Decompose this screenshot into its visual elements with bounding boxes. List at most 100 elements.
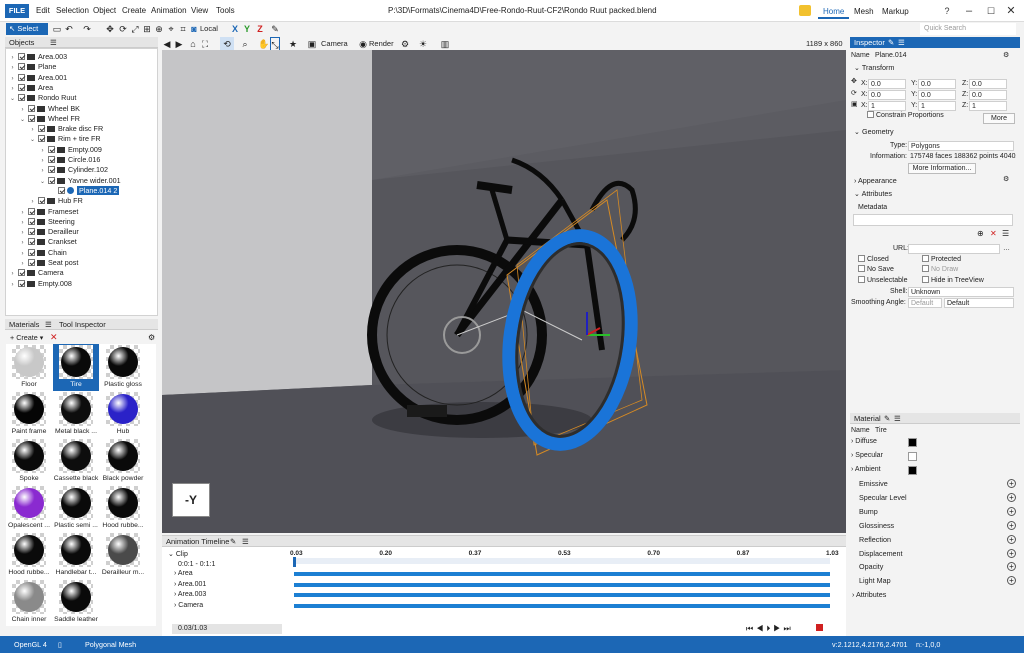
- color-swatch[interactable]: [908, 466, 917, 475]
- pivot-icon[interactable]: ⊕: [154, 22, 164, 36]
- unselectable-checkbox[interactable]: Unselectable: [858, 276, 907, 286]
- visibility-checkbox[interactable]: [28, 104, 35, 112]
- material-swatch[interactable]: Black powder: [100, 438, 146, 485]
- material-swatch[interactable]: Paint frame: [6, 391, 52, 438]
- object-name-field[interactable]: Plane.014: [875, 51, 907, 61]
- material-swatch[interactable]: Cassette black: [53, 438, 99, 485]
- x-axis-toggle[interactable]: X: [230, 22, 240, 36]
- browse-icon[interactable]: …: [1003, 244, 1010, 254]
- visibility-checkbox[interactable]: [48, 145, 55, 153]
- tree-item[interactable]: › Circle.016: [39, 155, 101, 165]
- timeline-menu-icon[interactable]: ☰: [242, 536, 249, 547]
- playhead[interactable]: [293, 557, 296, 567]
- visibility-checkbox[interactable]: [28, 238, 35, 246]
- material-property-row[interactable]: Bump +: [850, 505, 1020, 518]
- material-swatch[interactable]: Metal black ...: [53, 391, 99, 438]
- visibility-checkbox[interactable]: [28, 228, 35, 236]
- add-map-icon[interactable]: +: [1007, 520, 1016, 530]
- playback-controls[interactable]: ⏮◀⏵▶⏭: [746, 624, 794, 634]
- material-swatch[interactable]: Hub: [100, 391, 146, 438]
- tab-tool-inspector[interactable]: Tool Inspector: [59, 319, 106, 330]
- camera-icon[interactable]: ▣: [306, 37, 318, 51]
- rotation-z-field[interactable]: 0.0: [969, 90, 1007, 100]
- position-z-field[interactable]: 0.0: [969, 79, 1007, 89]
- material-property-row[interactable]: Light Map +: [850, 574, 1020, 587]
- add-map-icon[interactable]: +: [1007, 534, 1016, 544]
- visibility-checkbox[interactable]: [48, 176, 55, 184]
- local-space-dropdown[interactable]: Local: [200, 22, 218, 36]
- smoothing-angle-dropdown[interactable]: Default: [944, 298, 1014, 308]
- visibility-checkbox[interactable]: [38, 135, 45, 143]
- timeline-track-bar[interactable]: [294, 582, 830, 587]
- geometry-section-header[interactable]: ⌄ Geometry: [850, 126, 1020, 137]
- tree-item[interactable]: › Area.003: [9, 52, 68, 62]
- tree-item[interactable]: ⌄ Rondo Ruut: [9, 93, 76, 103]
- rotation-y-field[interactable]: 0.0: [918, 90, 956, 100]
- light-icon[interactable]: ☀: [418, 37, 428, 51]
- material-swatch[interactable]: Saddle leather: [53, 579, 99, 626]
- material-swatch[interactable]: Hood rubbe...: [100, 485, 146, 532]
- tree-item[interactable]: › Wheel BK: [19, 104, 80, 114]
- visibility-checkbox[interactable]: [18, 94, 25, 102]
- visibility-checkbox[interactable]: [18, 73, 25, 81]
- menu-create[interactable]: Create: [122, 0, 146, 22]
- material-property-row[interactable]: Emissive +: [850, 477, 1020, 490]
- tree-item[interactable]: › Area.001: [9, 73, 68, 83]
- scale-y-field[interactable]: 1: [918, 101, 956, 111]
- tree-item[interactable]: ⌄ Wheel FR: [19, 114, 80, 124]
- new-icon[interactable]: ▭: [52, 22, 62, 36]
- tree-item[interactable]: › Derailleur: [19, 227, 79, 237]
- clip-row[interactable]: ⌄ Clip: [168, 550, 188, 560]
- settings-gear-icon[interactable]: ⚙: [400, 37, 410, 51]
- appearance-gear-icon[interactable]: ⚙: [1003, 175, 1009, 185]
- transform-icon[interactable]: ⊞: [142, 22, 152, 36]
- z-axis-toggle[interactable]: Z: [255, 22, 265, 36]
- material-property-row[interactable]: Glossiness +: [850, 519, 1020, 532]
- menu-object[interactable]: Object: [93, 0, 116, 22]
- camera-dropdown[interactable]: Camera: [321, 37, 348, 51]
- tree-item[interactable]: Plane.014 2: [49, 185, 120, 196]
- snap-icon[interactable]: ⌖: [166, 22, 176, 36]
- menu-edit[interactable]: Edit: [36, 0, 50, 22]
- add-map-icon[interactable]: +: [1007, 479, 1016, 488]
- back-icon[interactable]: ◀: [162, 37, 172, 51]
- grid-icon[interactable]: ⌗: [178, 22, 188, 36]
- add-map-icon[interactable]: +: [1007, 548, 1016, 558]
- move-icon[interactable]: ✥: [105, 22, 115, 36]
- add-map-icon[interactable]: +: [1007, 492, 1016, 502]
- position-y-field[interactable]: 0.0: [918, 79, 956, 89]
- paint-icon[interactable]: ✎: [270, 22, 280, 36]
- color-swatch[interactable]: [908, 438, 917, 447]
- timeline-track-bar[interactable]: [294, 572, 830, 576]
- quick-search-input[interactable]: Quick Search: [920, 23, 1016, 35]
- menu-animation[interactable]: Animation: [151, 0, 187, 22]
- color-swatch[interactable]: [908, 452, 917, 461]
- material-property-row[interactable]: Reflection +: [850, 533, 1020, 546]
- no-draw-checkbox[interactable]: No Draw: [922, 265, 958, 275]
- add-icon[interactable]: ⊕: [977, 229, 984, 239]
- position-x-field[interactable]: 0.0: [868, 79, 906, 89]
- chevron-down-icon[interactable]: ⌄: [39, 177, 46, 187]
- type-dropdown[interactable]: Polygons: [908, 141, 1014, 151]
- material-swatch[interactable]: Hood rubbe...: [6, 532, 52, 579]
- scale-icon[interactable]: ⤢: [130, 22, 140, 36]
- chevron-right-icon[interactable]: ›: [9, 280, 16, 290]
- orbit-icon[interactable]: ⟲: [220, 37, 234, 51]
- tree-item[interactable]: › Cylinder.102: [39, 165, 108, 175]
- no-save-checkbox[interactable]: No Save: [858, 265, 894, 275]
- material-property-row[interactable]: Displacement +: [850, 547, 1020, 560]
- material-swatch[interactable]: Floor: [6, 344, 52, 391]
- gear-icon[interactable]: ⚙: [1003, 51, 1009, 61]
- timeline-track-bar[interactable]: [294, 603, 830, 608]
- visibility-checkbox[interactable]: [48, 166, 55, 174]
- menu-selection[interactable]: Selection: [56, 0, 89, 22]
- material-name-field[interactable]: Tire: [873, 426, 983, 436]
- tree-item[interactable]: › Empty.009: [39, 145, 102, 155]
- tree-item[interactable]: › Crankset: [19, 237, 77, 247]
- timeline-track-bar[interactable]: [294, 593, 830, 597]
- transform-section-header[interactable]: ⌄ Transform: [850, 62, 1020, 73]
- add-map-icon[interactable]: +: [1007, 506, 1016, 516]
- tree-item[interactable]: ⌄ Yavne wider.001: [39, 176, 121, 186]
- tab-home[interactable]: Home: [818, 4, 850, 19]
- material-property-row[interactable]: Specular Level +: [850, 491, 1020, 504]
